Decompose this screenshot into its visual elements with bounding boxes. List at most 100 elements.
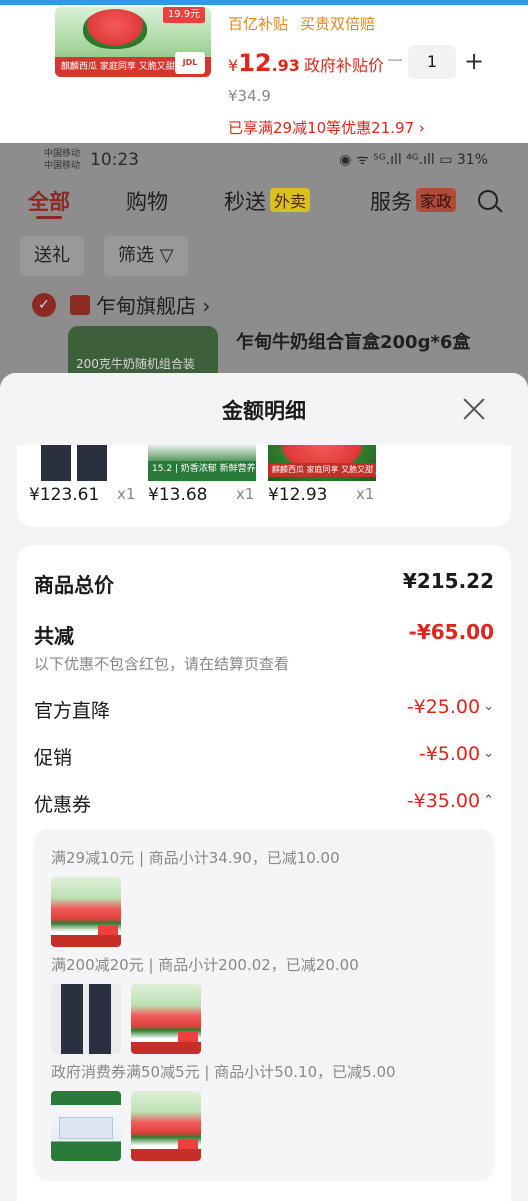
product-tags: 百亿补贴 买贵双倍赔 bbox=[228, 13, 387, 34]
coupon-2-watermelon-thumb[interactable] bbox=[131, 984, 201, 1054]
takeout-badge: 外卖 bbox=[270, 188, 311, 212]
filter-chip[interactable]: 筛选 ▽ bbox=[104, 236, 188, 276]
watermelon-product-thumbnail[interactable]: 19.9元 麒麟西瓜 家庭同享 又脆又甜 JDL bbox=[55, 7, 211, 77]
item-milk[interactable]: 15.2 | 奶香浓郁 新鲜营养 ¥13.68 x1 bbox=[148, 445, 263, 515]
coupon-line-3: 政府消费券满50减5元 | 商品小计50.10，已减5.00 bbox=[51, 1063, 396, 1081]
tab-shopping[interactable]: 购物 bbox=[126, 186, 168, 216]
items-card: ¥123.61 x1 15.2 | 奶香浓郁 新鲜营养 ¥13.68 x1 麒麟… bbox=[17, 445, 511, 527]
milk-image-strip: 15.2 | 奶香浓郁 新鲜营养 bbox=[148, 461, 256, 477]
sheet-header: 金额明细 bbox=[0, 373, 528, 445]
shop-name[interactable]: 乍甸旗舰店 › bbox=[96, 290, 210, 319]
tab-all[interactable]: 全部 bbox=[28, 186, 70, 216]
tab-instant-delivery-label: 秒送 bbox=[224, 190, 266, 214]
official-discount-value-wrap: -¥25.00 ⌄ bbox=[407, 696, 494, 718]
item-price: ¥123.61 bbox=[29, 485, 100, 505]
jdl-logo: JDL bbox=[175, 52, 205, 74]
official-discount-row[interactable]: 官方直降 -¥25.00 ⌄ bbox=[34, 696, 494, 726]
coupon-line-1: 满29减10元 | 商品小计34.90，已减10.00 bbox=[51, 849, 340, 867]
coupon-2-pants-thumb[interactable] bbox=[51, 984, 121, 1054]
promotion-value-wrap: -¥5.00 ⌄ bbox=[419, 743, 494, 765]
shop-row: ✓ 乍甸旗舰店 › bbox=[32, 290, 210, 318]
item-watermelon[interactable]: 麒麟西瓜 家庭同享 又脆又甜 JDL ¥12.93 x1 bbox=[268, 445, 383, 515]
total-discount-value: -¥65.00 bbox=[408, 620, 494, 644]
promotion-row[interactable]: 促销 -¥5.00 ⌄ bbox=[34, 743, 494, 773]
watermelon-image bbox=[83, 9, 147, 49]
tab-instant-delivery[interactable]: 秒送 外卖 bbox=[224, 186, 311, 216]
thumb-banner bbox=[51, 935, 121, 947]
total-price-label: 商品总价 bbox=[34, 573, 114, 597]
price-decimal: .93 bbox=[271, 56, 300, 75]
check-icon[interactable]: ✓ bbox=[32, 292, 56, 317]
chevron-down-icon: ⌄ bbox=[483, 746, 494, 761]
discount-summary-link[interactable]: 已享满29减10等优惠21.97 › bbox=[228, 117, 425, 138]
chevron-up-icon: ⌃ bbox=[483, 793, 494, 808]
total-discount-row: 共减 -¥65.00 bbox=[34, 620, 494, 650]
pants-leg-left bbox=[61, 984, 83, 1054]
thumb-banner bbox=[131, 1042, 201, 1054]
gift-chip[interactable]: 送礼 bbox=[20, 236, 84, 276]
milk-box-image bbox=[59, 1117, 113, 1139]
carrier-1: 中国移动 bbox=[44, 149, 81, 159]
milk-image: 15.2 | 奶香浓郁 新鲜营养 bbox=[148, 445, 256, 481]
decrease-quantity-button[interactable]: − bbox=[386, 49, 404, 73]
official-discount-label: 官方直降 bbox=[34, 700, 111, 722]
coupon-value: -¥35.00 bbox=[406, 790, 481, 812]
watermelon-item-image: 麒麟西瓜 家庭同享 又脆又甜 JDL bbox=[268, 445, 376, 481]
quantity-stepper: − 1 + bbox=[386, 45, 490, 79]
tab-services[interactable]: 服务 家政 bbox=[370, 186, 457, 216]
coupon-3-milk-thumb[interactable] bbox=[51, 1091, 121, 1161]
price-detail-card: 商品总价 ¥215.22 共减 -¥65.00 以下优惠不包含红包，请在结算页查… bbox=[17, 545, 511, 1201]
tab-services-label: 服务 bbox=[370, 190, 412, 214]
total-price-row: 商品总价 ¥215.22 bbox=[34, 569, 494, 599]
coupon-value-wrap: -¥35.00 ⌃ bbox=[407, 790, 494, 812]
sheet-title: 金额明细 bbox=[222, 399, 306, 423]
price-symbol: ¥ bbox=[228, 56, 239, 75]
item-qty: x1 bbox=[236, 485, 255, 503]
thumbnail-price-tag: 19.9元 bbox=[163, 7, 205, 23]
coupon-line-2: 满200减20元 | 商品小计200.02，已减20.00 bbox=[51, 956, 359, 974]
total-price-value: ¥215.22 bbox=[402, 569, 494, 593]
pants-image bbox=[29, 445, 123, 481]
price-integer: 12 bbox=[238, 49, 272, 77]
pants-leg-right bbox=[89, 984, 111, 1054]
nav-tabs: 全部 购物 秒送 外卖 服务 家政 bbox=[0, 186, 528, 226]
total-discount-label: 共减 bbox=[34, 624, 74, 648]
watermelon-image-strip: 麒麟西瓜 家庭同享 又脆又甜 JDL bbox=[268, 463, 376, 477]
original-price: ¥34.9 bbox=[228, 87, 271, 105]
thumb-price-tag bbox=[178, 1032, 198, 1042]
promotion-value: -¥5.00 bbox=[418, 743, 481, 765]
item-qty: x1 bbox=[117, 485, 136, 503]
thumb-banner bbox=[131, 1149, 201, 1161]
item-price: ¥13.68 bbox=[148, 485, 208, 505]
active-tab-underline bbox=[36, 216, 62, 219]
search-icon[interactable] bbox=[478, 190, 498, 210]
close-icon[interactable] bbox=[458, 393, 490, 425]
price-row: ¥12.93 政府补贴价 bbox=[228, 49, 384, 77]
cart-item: 19.9元 麒麟西瓜 家庭同享 又脆又甜 JDL 百亿补贴 买贵双倍赔 ¥12.9… bbox=[0, 5, 528, 145]
housekeeping-badge: 家政 bbox=[416, 188, 457, 212]
thumb-price-tag bbox=[98, 925, 118, 935]
quantity-input[interactable]: 1 bbox=[408, 45, 456, 79]
coupon-detail-panel: 满29减10元 | 商品小计34.90，已减10.00 满200减20元 | 商… bbox=[34, 829, 494, 1181]
product-title[interactable]: 乍甸牛奶组合盲盒200g*6盒 bbox=[236, 328, 470, 354]
thumb-price-tag bbox=[178, 1139, 198, 1149]
carrier-2: 中国移动 bbox=[44, 161, 81, 171]
pants-leg-right bbox=[77, 445, 107, 481]
item-qty: x1 bbox=[356, 485, 375, 503]
coupon-label: 优惠券 bbox=[34, 794, 92, 816]
gov-subsidy-label: 政府补贴价 bbox=[303, 56, 384, 75]
official-discount-value: -¥25.00 bbox=[406, 696, 481, 718]
shop-logo-icon bbox=[70, 294, 90, 315]
pants-leg-left bbox=[41, 445, 71, 481]
discount-note: 以下优惠不包含红包，请在结算页查看 bbox=[34, 655, 290, 673]
status-time: 10:23 bbox=[90, 150, 139, 170]
item-pants[interactable]: ¥123.61 x1 bbox=[29, 445, 144, 515]
tag-price-guarantee: 买贵双倍赔 bbox=[300, 15, 376, 33]
coupon-row[interactable]: 优惠券 -¥35.00 ⌃ bbox=[34, 790, 494, 820]
coupon-1-watermelon-thumb[interactable] bbox=[51, 877, 121, 947]
coupon-3-watermelon-thumb[interactable] bbox=[131, 1091, 201, 1161]
item-price: ¥12.93 bbox=[268, 485, 328, 505]
tag-subsidy: 百亿补贴 bbox=[228, 15, 289, 33]
increase-quantity-button[interactable]: + bbox=[464, 47, 484, 75]
chevron-down-icon: ⌄ bbox=[483, 699, 494, 714]
